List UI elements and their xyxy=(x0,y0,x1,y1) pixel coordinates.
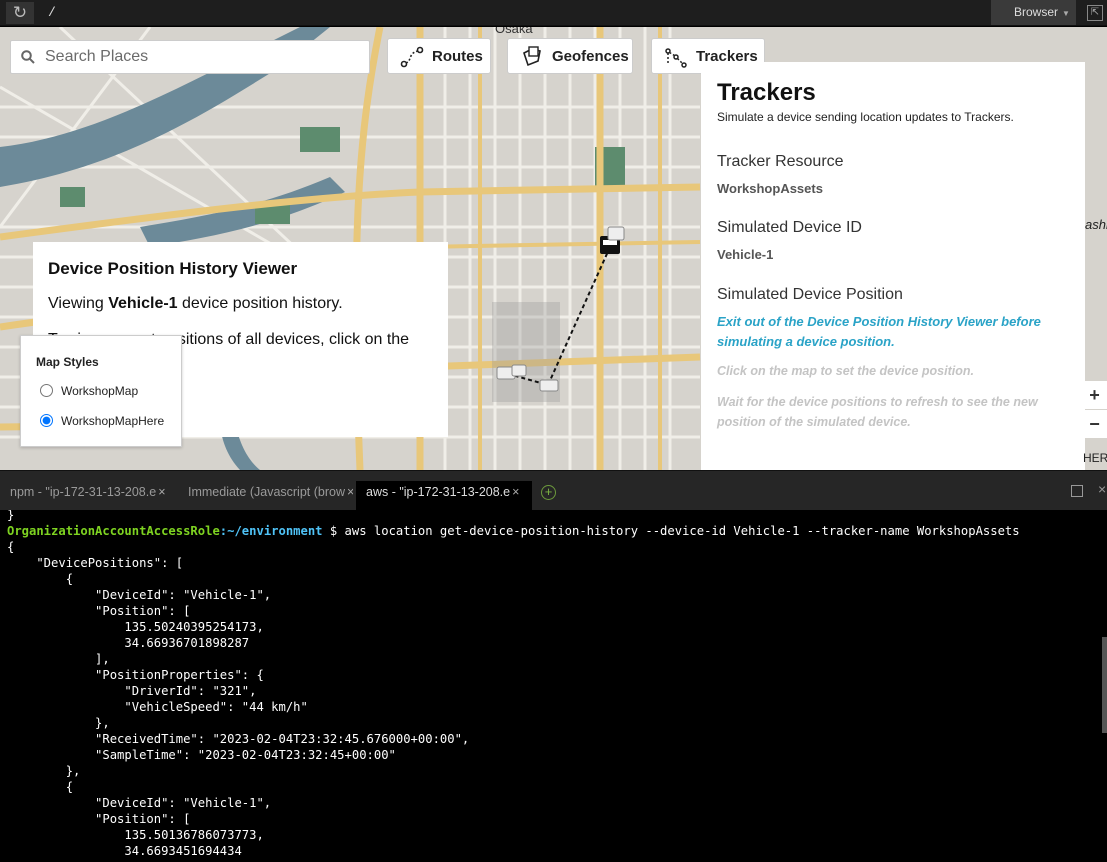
zoom-in-button[interactable]: + xyxy=(1082,381,1107,409)
add-tab-icon[interactable]: + xyxy=(541,485,556,500)
history-title: Device Position History Viewer xyxy=(48,259,298,278)
terminal-tabbar: npm - "ip-172-31-13-208.e × Immediate (Ja… xyxy=(0,470,1107,511)
map-attribution: HERE xyxy=(1083,451,1107,465)
device-id-label: Simulated Device ID xyxy=(717,219,862,236)
restore-panel-icon[interactable] xyxy=(1071,485,1083,497)
tracker-resource-value: WorkshopAssets xyxy=(717,181,823,196)
panel-subtitle: Simulate a device sending location updat… xyxy=(717,110,1014,124)
terminal-line: 135.50240395254173, xyxy=(7,620,264,634)
popout-icon[interactable]: ⇱ xyxy=(1087,5,1103,21)
reload-icon[interactable]: ↻ xyxy=(6,2,34,24)
close-icon[interactable]: × xyxy=(158,485,165,499)
terminal-line: ], xyxy=(7,652,110,666)
hint-wait-refresh: Wait for the device positions to refresh… xyxy=(717,395,1038,429)
search-input[interactable] xyxy=(45,41,365,73)
url-field[interactable]: / xyxy=(40,3,990,23)
search-box xyxy=(10,40,370,74)
close-icon[interactable]: × xyxy=(347,485,353,499)
tab-label: npm - "ip-172-31-13-208.e xyxy=(10,485,157,499)
terminal[interactable]: } OrganizationAccountAccessRole:~/enviro… xyxy=(0,510,1107,862)
browser-dropdown-button[interactable]: Browser ▼ xyxy=(991,0,1076,25)
map-style-option-workshopmap[interactable]: WorkshopMap xyxy=(40,384,138,398)
viewing-device: Vehicle-1 xyxy=(108,295,178,312)
map-canvas[interactable]: Osaka Routes Geofences Trackers as xyxy=(0,27,1107,470)
tab-label: Immediate (Javascript (brow xyxy=(188,485,345,499)
terminal-line: 135.50136786073773, xyxy=(7,828,264,842)
route-icon xyxy=(400,46,424,68)
map-edge-label: ashi xyxy=(1085,217,1107,232)
geofences-label: Geofences xyxy=(552,48,629,65)
geofences-button[interactable]: Geofences xyxy=(507,38,633,74)
viewing-prefix: Viewing xyxy=(48,295,109,312)
map-city-label: Osaka xyxy=(495,27,533,36)
routes-button[interactable]: Routes xyxy=(387,38,491,74)
terminal-line: { xyxy=(7,572,74,586)
terminal-line: }, xyxy=(7,764,81,778)
panel-title: Trackers xyxy=(717,79,816,106)
terminal-line: "VehicleSpeed": "44 km/h" xyxy=(7,700,308,714)
terminal-line: "SampleTime": "2023-02-04T23:32:45+00:00… xyxy=(7,748,396,762)
map-styles-control: Map Styles WorkshopMap WorkshopMapHere xyxy=(20,335,182,447)
tab-aws[interactable]: aws - "ip-172-31-13-208.e × xyxy=(356,481,532,511)
browser-toolbar: ↻ / Browser ▼ ⇱ xyxy=(0,0,1107,26)
terminal-line: "DevicePositions": [ xyxy=(7,556,184,570)
caret-down-icon: ▼ xyxy=(1062,9,1070,18)
terminal-line: 34.66936701898287 xyxy=(7,636,250,650)
terminal-line: "ReceivedTime": "2023-02-04T23:32:45.676… xyxy=(7,732,470,746)
terminal-line: }, xyxy=(7,716,110,730)
zoom-out-button[interactable]: − xyxy=(1082,410,1107,438)
tab-immediate[interactable]: Immediate (Javascript (brow × xyxy=(178,481,353,511)
terminal-line: 34.6693451694434 xyxy=(7,844,242,858)
routes-label: Routes xyxy=(432,48,483,65)
tab-label: aws - "ip-172-31-13-208.e xyxy=(366,485,511,499)
exit-history-link[interactable]: Exit out of the Device Position History … xyxy=(717,312,1057,352)
map-styles-title: Map Styles xyxy=(36,355,99,369)
search-icon xyxy=(21,50,35,64)
browser-button-label: Browser xyxy=(1014,5,1059,19)
terminal-line: "Position": [ xyxy=(7,604,191,618)
history-viewing-text: Viewing Vehicle-1 device position histor… xyxy=(48,295,343,313)
terminal-line: } xyxy=(7,510,15,522)
geofence-icon xyxy=(523,46,541,67)
trackers-panel: Trackers Simulate a device sending locat… xyxy=(701,62,1085,470)
device-position-label: Simulated Device Position xyxy=(717,286,903,303)
map-style-option-workshopmaphere[interactable]: WorkshopMapHere xyxy=(40,414,164,428)
device-id-value: Vehicle-1 xyxy=(717,247,774,262)
close-panel-icon[interactable]: × xyxy=(1098,481,1106,497)
map-style-label: WorkshopMap xyxy=(61,384,139,398)
terminal-line: "DeviceId": "Vehicle-1", xyxy=(7,796,272,810)
terminal-line: { xyxy=(7,780,74,794)
hint-click-map: Click on the map to set the device posit… xyxy=(717,364,974,378)
prompt-command: $ aws location get-device-position-histo… xyxy=(322,524,1020,538)
tab-npm[interactable]: npm - "ip-172-31-13-208.e × xyxy=(0,481,172,511)
prompt-path: :~/environment xyxy=(219,524,323,538)
map-style-radio-workshopmaphere[interactable] xyxy=(40,414,53,427)
map-style-label: WorkshopMapHere xyxy=(61,414,165,428)
terminal-line: "DeviceId": "Vehicle-1", xyxy=(7,588,272,602)
terminal-scrollbar[interactable] xyxy=(1102,637,1107,733)
tracker-icon xyxy=(665,48,687,68)
viewing-suffix: device position history. xyxy=(177,295,343,312)
terminal-prompt-line: OrganizationAccountAccessRole:~/environm… xyxy=(7,523,1020,539)
map-style-radio-workshopmap[interactable] xyxy=(40,384,53,397)
close-icon[interactable]: × xyxy=(512,485,519,499)
terminal-line: "DriverId": "321", xyxy=(7,684,257,698)
terminal-line: "PositionProperties": { xyxy=(7,668,264,682)
tracker-resource-label: Tracker Resource xyxy=(717,153,844,170)
terminal-line: { xyxy=(7,540,15,554)
prompt-user: OrganizationAccountAccessRole xyxy=(7,524,220,538)
terminal-line: "Position": [ xyxy=(7,812,191,826)
